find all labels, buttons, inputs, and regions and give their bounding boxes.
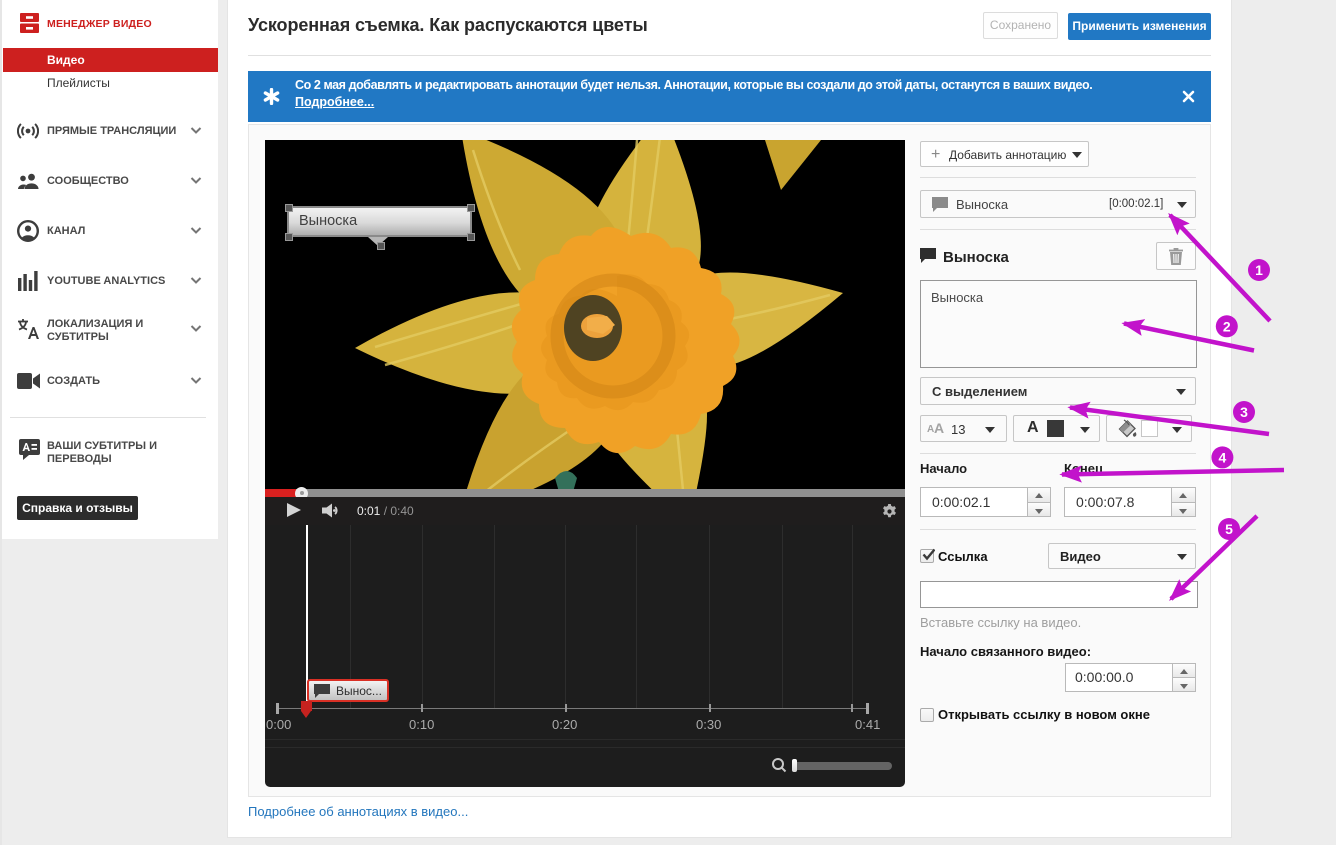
svg-text:3: 3 <box>1240 404 1248 420</box>
svg-text:1: 1 <box>1255 262 1263 278</box>
